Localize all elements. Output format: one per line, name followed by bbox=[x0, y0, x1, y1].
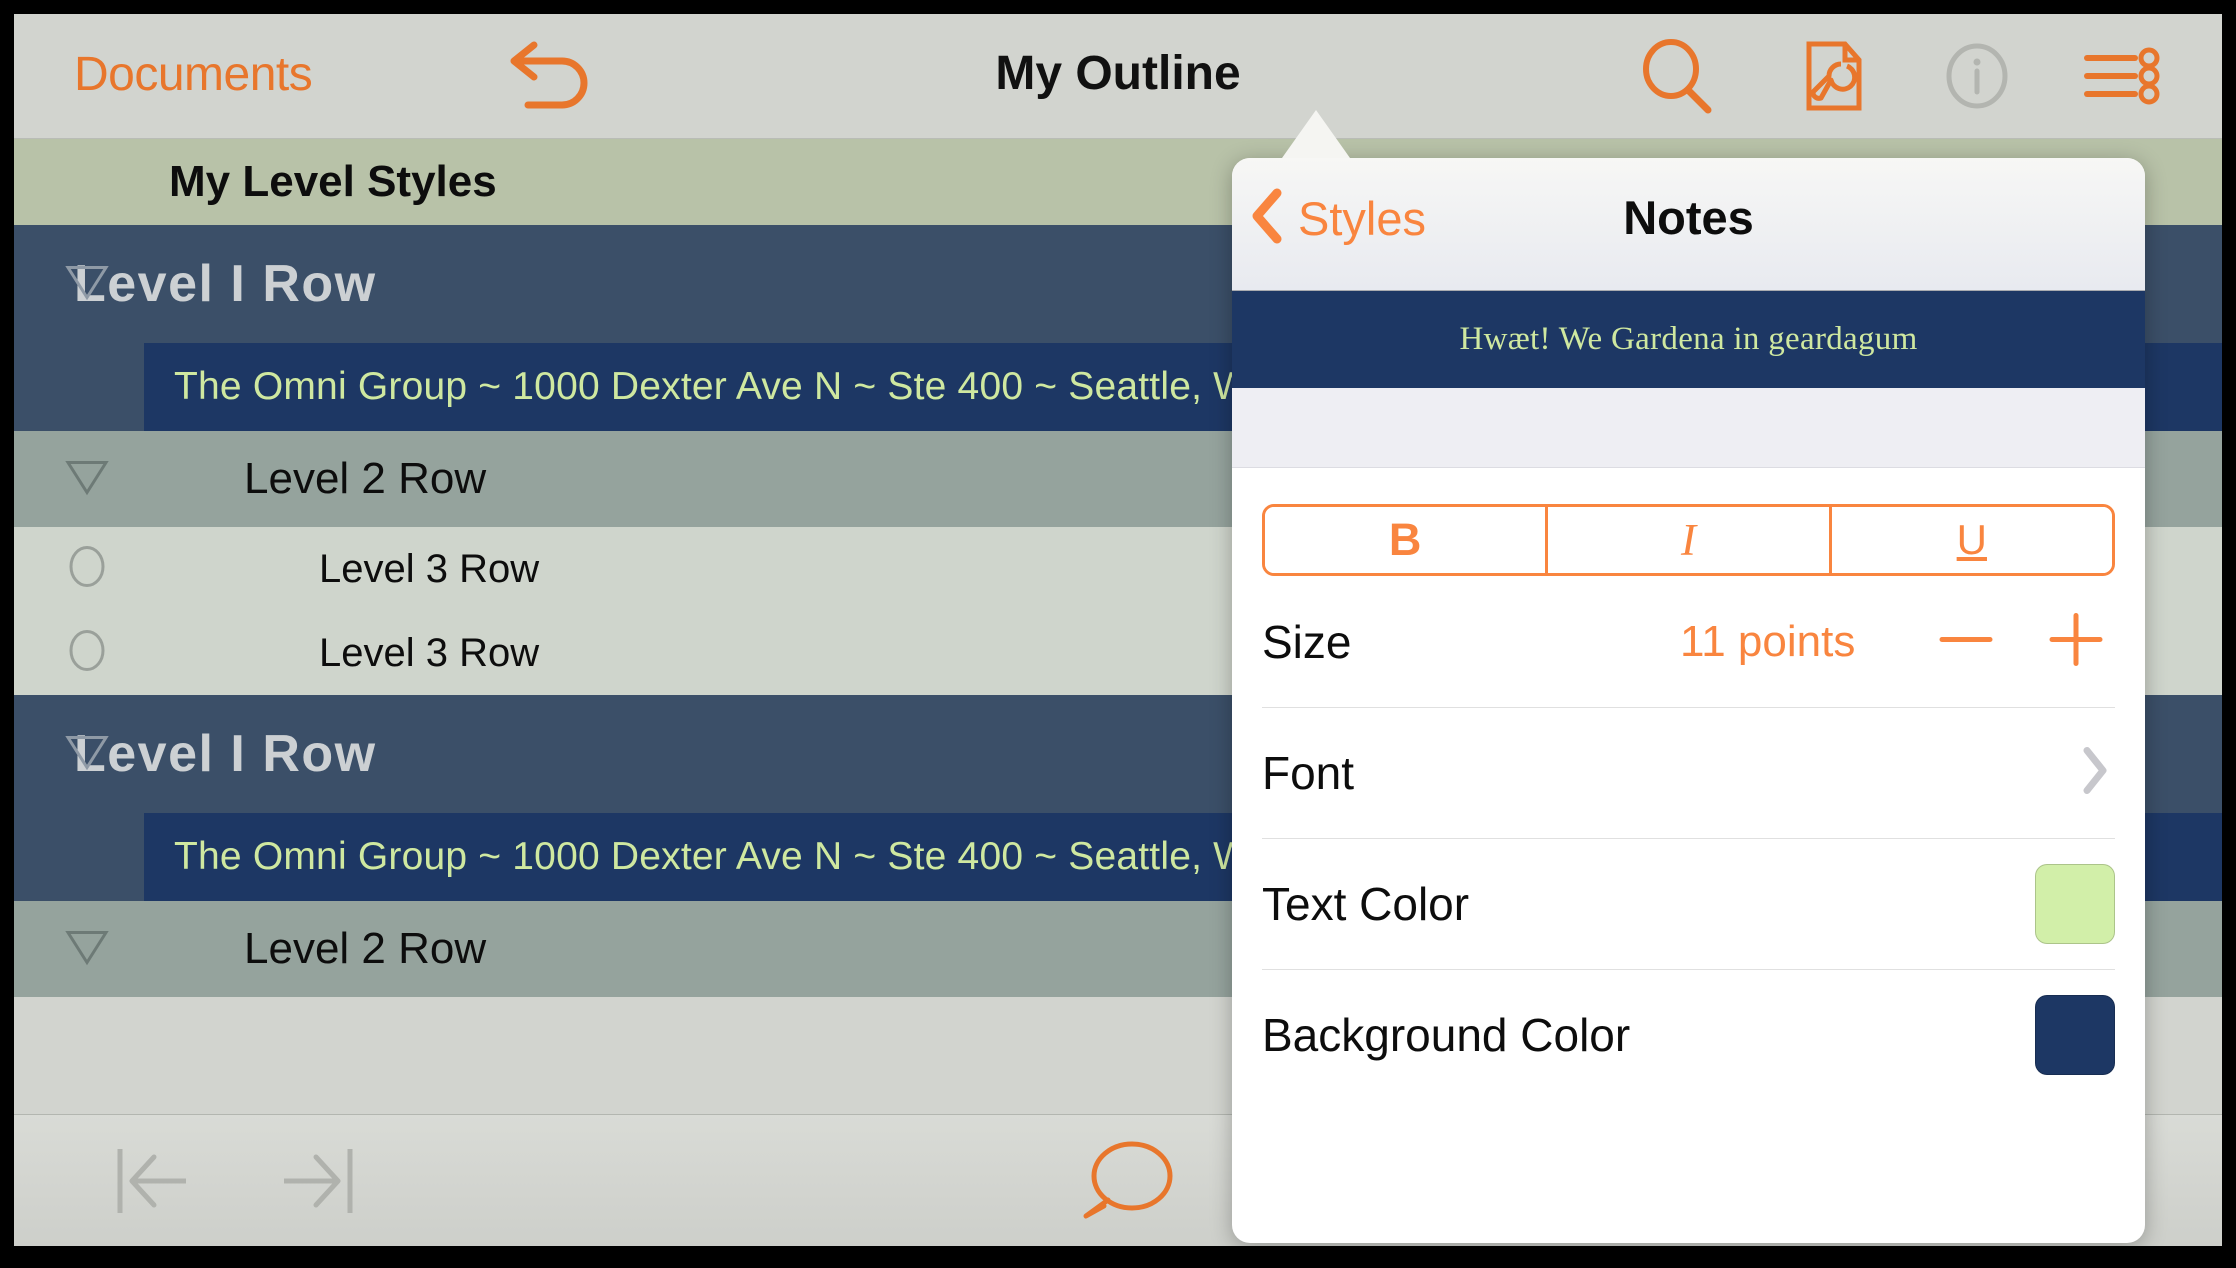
info-circle-icon[interactable] bbox=[1934, 36, 2020, 116]
table-row-label: Level 2 Row bbox=[244, 454, 487, 503]
popover-arrow bbox=[1282, 110, 1350, 158]
style-preview-band: Hwæt! We Gardena in geardagum bbox=[1232, 291, 2145, 388]
table-row-label: Level I Row bbox=[74, 255, 377, 313]
outdent-arrow-icon[interactable] bbox=[114, 1145, 224, 1217]
popover-title: Notes bbox=[1623, 191, 1754, 244]
document-wrench-icon[interactable] bbox=[1789, 36, 1875, 116]
size-value: 11 points bbox=[1680, 616, 1856, 666]
disclosure-triangle-icon[interactable] bbox=[64, 732, 110, 777]
notes-style-popover: Styles Notes Hwæt! We Gardena in geardag… bbox=[1232, 158, 2145, 1243]
indent-arrow-icon[interactable] bbox=[264, 1145, 374, 1217]
style-preview-text: Hwæt! We Gardena in geardagum bbox=[1459, 321, 1918, 357]
text-color-row[interactable]: Text Color bbox=[1262, 838, 2115, 969]
contents-list-icon[interactable] bbox=[2079, 36, 2165, 116]
size-row: Size 11 points bbox=[1262, 576, 2115, 707]
background-color-swatch[interactable] bbox=[2035, 995, 2115, 1075]
bullet-circle-icon[interactable] bbox=[64, 544, 110, 595]
outline-note-text: The Omni Group ~ 1000 Dexter Ave N ~ Ste… bbox=[174, 835, 1394, 878]
background-color-row[interactable]: Background Color bbox=[1262, 969, 2115, 1100]
speech-bubble-icon[interactable] bbox=[1074, 1140, 1184, 1222]
underline-button[interactable]: U bbox=[1828, 507, 2112, 573]
background-color-label: Background Color bbox=[1262, 1009, 1631, 1061]
text-style-segmented-control[interactable]: B I U bbox=[1262, 504, 2115, 576]
size-label: Size bbox=[1262, 615, 1352, 668]
chevron-right-icon bbox=[2081, 746, 2109, 801]
popover-header: Styles Notes bbox=[1232, 158, 2145, 291]
outline-section-header-label: My Level Styles bbox=[169, 157, 497, 206]
bold-button[interactable]: B bbox=[1265, 507, 1546, 573]
disclosure-triangle-icon[interactable] bbox=[64, 927, 110, 972]
outline-note-text: The Omni Group ~ 1000 Dexter Ave N ~ Ste… bbox=[174, 365, 1394, 408]
text-color-swatch[interactable] bbox=[2035, 864, 2115, 944]
page-title: My Outline bbox=[995, 47, 1241, 100]
disclosure-triangle-icon[interactable] bbox=[64, 262, 110, 307]
disclosure-triangle-icon[interactable] bbox=[64, 457, 110, 502]
table-row-label: Level 2 Row bbox=[244, 924, 487, 973]
text-color-label: Text Color bbox=[1262, 878, 1470, 930]
italic-button[interactable]: I bbox=[1545, 507, 1829, 573]
font-row[interactable]: Font bbox=[1262, 707, 2115, 838]
plus-icon[interactable] bbox=[2044, 607, 2108, 676]
table-row-label: Level 3 Row bbox=[319, 546, 540, 591]
table-row-label: Level 3 Row bbox=[319, 630, 540, 675]
search-icon[interactable] bbox=[1634, 36, 1720, 116]
font-label: Font bbox=[1262, 747, 1355, 799]
top-toolbar: Documents My Outline bbox=[14, 14, 2222, 139]
app-window: Documents My Outline My Level Styles Lev… bbox=[14, 14, 2222, 1246]
bullet-circle-icon[interactable] bbox=[64, 628, 110, 679]
minus-icon[interactable] bbox=[1934, 607, 1998, 676]
table-row-label: Level I Row bbox=[74, 725, 377, 783]
popover-spacer bbox=[1232, 388, 2145, 468]
